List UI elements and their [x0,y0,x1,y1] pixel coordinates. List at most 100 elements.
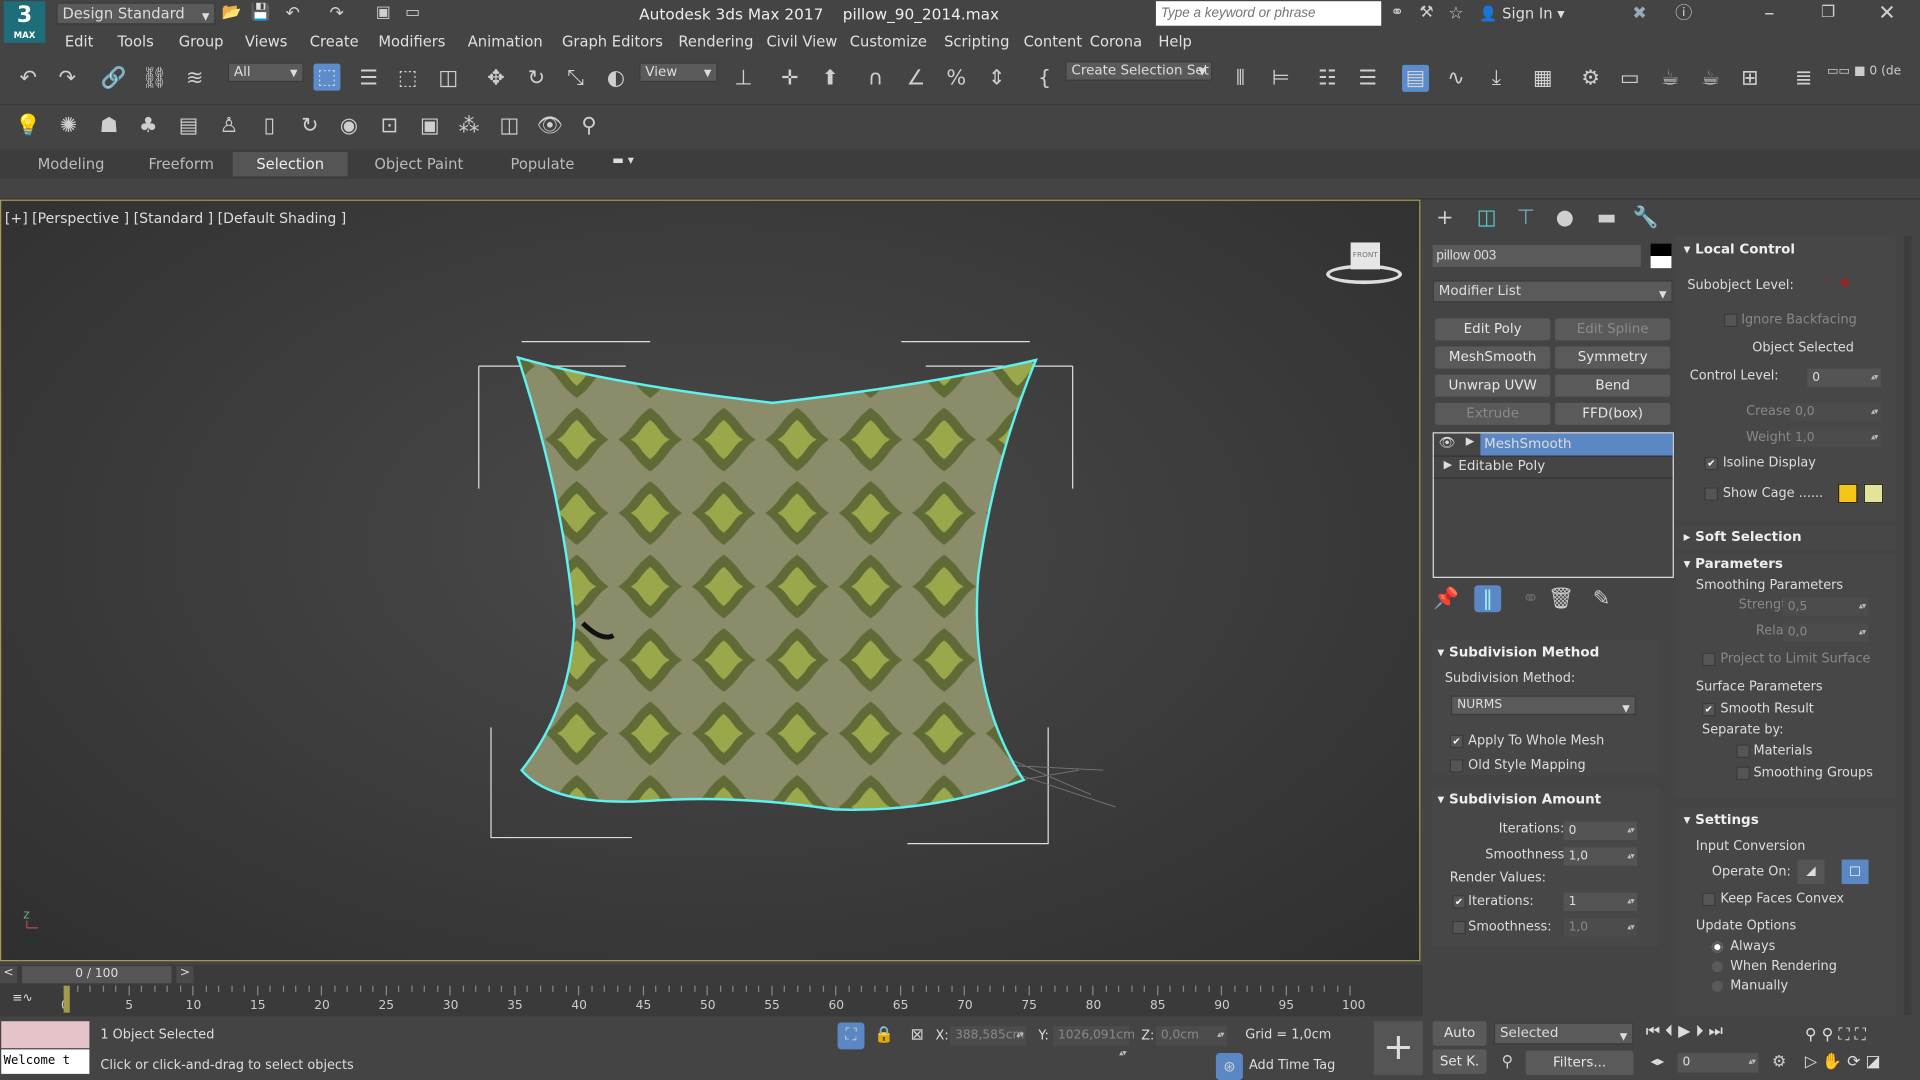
people-icon[interactable]: ☗ [96,113,123,140]
previous-frame-icon[interactable]: ⏴ [1665,1022,1673,1040]
tree-icon[interactable]: ♣ [135,113,162,140]
selection-filter-dropdown[interactable]: All [227,62,304,83]
menu-content[interactable]: Content [1024,33,1082,50]
time-slider[interactable]: 0 / 100 [22,966,172,984]
time-tag-icon[interactable]: ⊛ [1215,1053,1243,1080]
cage-color-1-swatch[interactable] [1837,483,1858,504]
iterations-spinner[interactable]: 0 [1563,821,1638,841]
list-icon[interactable]: ▤ [175,113,202,140]
rendered-frame-icon[interactable]: ▭ [1616,65,1643,92]
smoothness-spinner[interactable]: 1,0 [1563,847,1638,866]
menu-modifiers[interactable]: Modifiers [378,33,445,50]
render-smoothness-spinner[interactable]: 1,0 [1563,918,1638,937]
key-filter-dropdown[interactable]: Selected [1493,1022,1634,1047]
window-crossing-icon[interactable]: ◫ [435,65,462,92]
project-icon[interactable]: ▣ [370,0,397,27]
open-icon[interactable]: 📂 [218,0,245,27]
bend-button[interactable]: Bend [1555,374,1671,397]
z-coordinate-field[interactable]: 0,0cm [1155,1026,1227,1046]
remove-modifier-icon[interactable]: 🗑 [1548,585,1575,612]
modifier-list-dropdown[interactable]: Modifier List [1432,280,1673,305]
window-icon[interactable]: ◫ [496,113,523,140]
next-frame-icon[interactable]: ⏵ [1695,1022,1703,1040]
set-key-button[interactable]: Set K. [1432,1049,1487,1074]
box-icon[interactable]: ▣ [416,113,443,140]
smoothing-groups-checkbox[interactable] [1736,766,1750,781]
smooth-result-checkbox[interactable]: ✔ [1702,702,1716,717]
lock-selection-icon[interactable]: 🔒 [871,1022,898,1049]
tab-populate[interactable]: Populate [490,152,595,176]
binoculars-icon[interactable]: ⚭ [1384,0,1411,27]
symmetry-button[interactable]: Symmetry [1555,346,1671,369]
panel-scrollbar[interactable] [1904,236,1912,1016]
project-limit-checkbox[interactable] [1702,652,1716,667]
menu-tools[interactable]: Tools [118,33,154,50]
layer-dropdown[interactable]: ▭▭ ■ 0 (de [1827,65,1901,78]
current-frame-field[interactable]: 0 [1677,1053,1759,1073]
isolate-selection-icon[interactable]: ⛶ [837,1022,865,1050]
render-production-icon[interactable]: ☕ [1657,65,1684,92]
folder-icon[interactable]: ▭ [399,0,426,27]
figure-icon[interactable]: ♙ [216,113,243,140]
sun-icon[interactable]: ✺ [55,113,82,140]
mirror-icon[interactable]: ⫴ [1227,65,1254,92]
control-level-spinner[interactable]: 0 [1807,368,1881,387]
relax-spinner[interactable]: 0,0 [1782,623,1869,642]
curve-editor-icon[interactable]: ∿ [1442,65,1469,92]
go-to-start-icon[interactable]: ⏮ [1646,1022,1660,1040]
layer-explorer-icon[interactable]: ☷ [1314,65,1341,92]
auto-key-button[interactable]: Auto [1432,1021,1487,1046]
operate-on-polygons-button[interactable]: □ [1841,859,1869,885]
unlink-icon[interactable]: ⛓ [141,65,168,92]
sign-in-button[interactable]: 👤 Sign In ▾ [1479,5,1564,22]
play-icon[interactable]: ▶ [1678,1022,1690,1040]
x-coordinate-field[interactable]: 388,585cm [950,1026,1027,1046]
ribbon-options-icon[interactable]: ▬ ▾ [612,154,634,167]
pan-icon[interactable]: ✋ [1822,1053,1842,1071]
percent-snap-icon[interactable]: % [943,65,970,92]
keep-faces-convex-checkbox[interactable] [1702,892,1716,907]
zoom-all-icon[interactable]: ⚲ [1822,1026,1834,1044]
time-slider-next[interactable]: > [176,966,194,984]
weight-spinner[interactable]: 1,0 [1790,428,1881,447]
crease-spinner[interactable]: 0,0 [1790,402,1881,422]
tab-freeform[interactable]: Freeform [132,152,230,176]
close-icon[interactable]: ✕ [1873,0,1900,27]
viewport-label[interactable]: [+] [Perspective ] [Standard ] [Default … [5,209,346,226]
favorites-icon[interactable]: ☆ [1442,0,1469,27]
app-logo[interactable]: 3 MAX [3,1,46,43]
show-cage-checkbox[interactable] [1704,487,1718,501]
ref-coord-dropdown[interactable]: View [639,62,718,83]
camera-icon[interactable]: ◉ [336,113,363,140]
tab-object-paint[interactable]: Object Paint [355,152,482,176]
unwrap-uvw-button[interactable]: Unwrap UVW [1435,374,1551,397]
ignore-backfacing-checkbox[interactable] [1724,313,1738,327]
edit-poly-button[interactable]: Edit Poly [1435,318,1551,341]
current-frame-marker[interactable] [63,985,70,1013]
parameters-header[interactable]: ▾ Parameters [1684,556,1783,572]
group-icon[interactable]: ⁂ [456,113,483,140]
zoom-extents-icon[interactable]: ⛶ [1838,1026,1849,1044]
ribbon-toggle-icon[interactable]: ▤ [1402,64,1429,92]
named-selection-dropdown[interactable]: Create Selection Set [1065,61,1213,81]
time-config-icon[interactable]: ⚙ [1766,1049,1793,1076]
hierarchy-tab-icon[interactable]: ⊤ [1512,204,1539,231]
eye-icon[interactable]: 👁 [536,113,563,140]
minimize-icon[interactable]: – [1756,0,1783,27]
select-by-name-icon[interactable]: ☰ [355,65,382,92]
pillow-object[interactable] [467,329,1128,856]
maxscript-output[interactable]: Welcome t [1,1049,90,1074]
render-iterative-icon[interactable]: ☕ [1697,65,1724,92]
edit-spline-button[interactable]: Edit Spline [1555,318,1671,341]
viewcube[interactable]: FRONT [1326,238,1404,289]
settings-header[interactable]: ▾ Settings [1684,812,1759,828]
redo-icon[interactable]: ↷ [54,65,81,92]
bind-spacewarp-icon[interactable]: ≋ [181,65,208,92]
render-gallery-icon[interactable]: ⊞ [1736,65,1763,92]
subdivision-method-dropdown[interactable]: NURMS [1451,695,1636,718]
orbit-icon[interactable]: ⟳ [1847,1053,1860,1071]
menu-group[interactable]: Group [179,33,224,50]
key-mode-icon[interactable]: ⚲ [1494,1049,1521,1076]
subdivision-amount-header[interactable]: ▾ Subdivision Amount [1438,791,1602,807]
subdivision-method-header[interactable]: ▾ Subdivision Method [1438,644,1600,660]
